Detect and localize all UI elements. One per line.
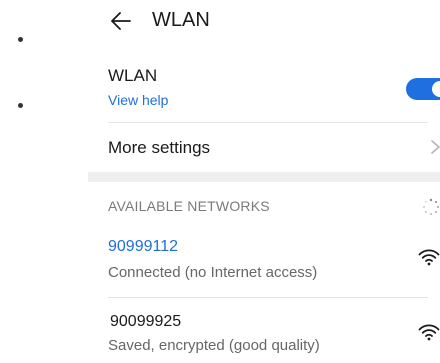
wifi-icon: [418, 323, 440, 341]
wlan-settings-screen: WLAN WLAN View help More settings AVAILA…: [88, 0, 440, 363]
divider: [108, 297, 428, 298]
page-title: WLAN: [152, 9, 210, 31]
available-networks-header: AVAILABLE NETWORKS: [108, 198, 270, 214]
wlan-toggle-switch[interactable]: [406, 78, 440, 100]
view-help-link[interactable]: View help: [108, 92, 168, 108]
more-settings-row[interactable]: More settings: [88, 123, 440, 171]
wifi-icon: [418, 248, 440, 266]
network-ssid: 90099925: [110, 313, 182, 330]
network-status: Saved, encrypted (good quality): [108, 337, 320, 354]
wlan-toggle-row[interactable]: WLAN View help: [88, 58, 440, 120]
bullet-point: [18, 103, 23, 108]
more-settings-label: More settings: [108, 138, 211, 157]
page: WLAN WLAN View help More settings AVAILA…: [0, 0, 440, 363]
network-item[interactable]: 90099925 Saved, encrypted (good quality): [88, 307, 440, 359]
chevron-right-icon: [430, 139, 440, 155]
app-bar: WLAN: [88, 0, 440, 44]
network-status: Connected (no Internet access): [108, 264, 318, 281]
bullet-point: [18, 37, 23, 42]
wlan-label: WLAN: [108, 66, 158, 85]
toggle-knob: [432, 81, 440, 97]
loading-spinner-icon: [422, 198, 440, 216]
network-ssid: 90999112: [108, 238, 178, 255]
network-item[interactable]: 90999112 Connected (no Internet access): [88, 232, 440, 284]
section-gap: [88, 172, 440, 182]
back-arrow-icon[interactable]: [110, 10, 132, 32]
